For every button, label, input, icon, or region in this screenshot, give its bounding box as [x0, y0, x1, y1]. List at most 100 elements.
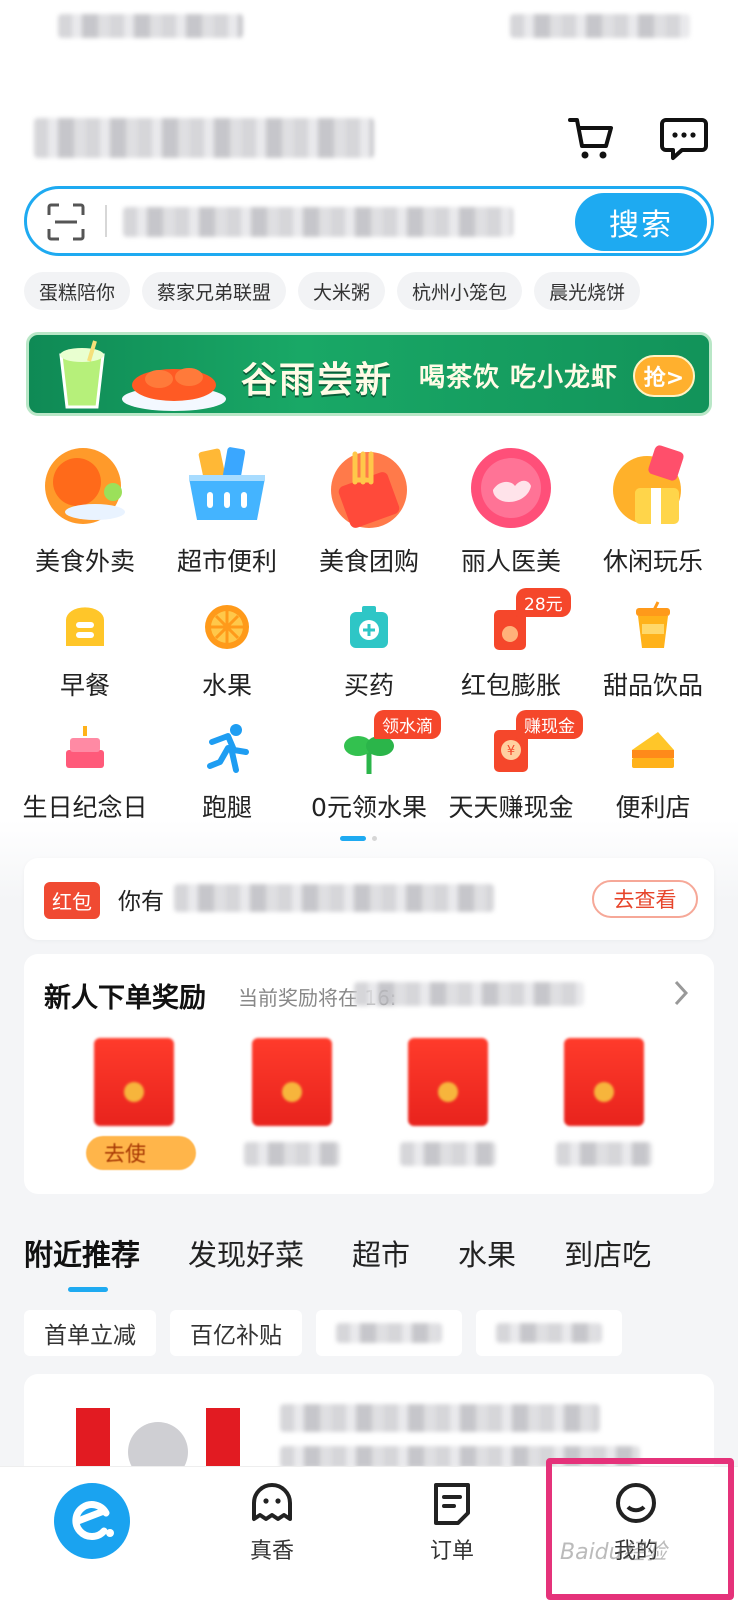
sub-category-row: 早餐 水果 买药 28元 红包膨胀 甜品饮品: [14, 588, 724, 702]
reward-item[interactable]: [244, 1038, 340, 1166]
use-reward-button[interactable]: 去使: [86, 1136, 196, 1170]
category-food-delivery[interactable]: 美食外卖: [14, 440, 156, 578]
category-leisure[interactable]: 休闲玩乐: [582, 440, 724, 578]
promo-banner[interactable]: 谷雨尝新 喝茶饮 吃小龙虾 抢>: [26, 332, 712, 416]
badge: 领水滴: [374, 710, 441, 739]
drink-cup-icon: [636, 601, 670, 648]
filter-chip[interactable]: 百亿补贴: [170, 1310, 302, 1356]
filter-chips: 首单立减 百亿补贴: [24, 1310, 622, 1356]
category-label: 红包膨胀: [460, 671, 561, 700]
nav-zhenxiang[interactable]: 真香: [202, 1477, 342, 1565]
banner-subtitle: 喝茶饮 吃小龙虾: [419, 363, 619, 393]
location-address-blurred[interactable]: [34, 118, 374, 158]
hot-tag[interactable]: 蔡家兄弟联盟: [142, 272, 287, 310]
category-label: 超市便利: [176, 547, 277, 576]
category-group-buy[interactable]: 美食团购: [298, 440, 440, 578]
badge: 28元: [516, 588, 571, 617]
status-icons-blurred: [510, 14, 690, 38]
category-free-fruit[interactable]: 领水滴 0元领水果: [298, 710, 441, 824]
hot-search-tags: 蛋糕陪你 蔡家兄弟联盟 大米粥 杭州小笼包 晨光烧饼: [24, 272, 641, 310]
category-dessert-drinks[interactable]: 甜品饮品: [582, 598, 724, 702]
badge: 赚现金: [516, 710, 583, 739]
tab-fruit[interactable]: 水果: [458, 1232, 516, 1274]
category-label: 美食团购: [318, 547, 419, 576]
category-label: 跑腿: [201, 793, 252, 822]
tab-nearby[interactable]: 附近推荐: [24, 1232, 140, 1292]
divider: [105, 205, 107, 237]
search-bar[interactable]: 搜索: [24, 186, 714, 256]
red-envelope-icon: [564, 1038, 644, 1126]
filter-chip[interactable]: 首单立减: [24, 1310, 156, 1356]
reward-caption-blurred: [400, 1142, 496, 1166]
search-input[interactable]: [123, 207, 513, 237]
category-label: 早餐: [59, 671, 110, 700]
search-button[interactable]: 搜索: [575, 193, 707, 251]
category-label: 便利店: [615, 793, 691, 822]
nav-label: 真香: [249, 1539, 294, 1564]
tab-dine-in[interactable]: 到店吃: [564, 1232, 651, 1274]
red-packet-notice[interactable]: 红包 你有 去查看: [24, 858, 714, 940]
reward-item[interactable]: [556, 1038, 652, 1166]
orange-icon: [205, 605, 249, 649]
ghost-face-icon: [252, 1483, 292, 1521]
cake-icon: [66, 726, 104, 768]
category-medicine[interactable]: 买药: [298, 598, 440, 702]
view-button[interactable]: 去查看: [592, 880, 698, 918]
store-name-blurred: [280, 1404, 600, 1432]
category-errand[interactable]: 跑腿: [156, 720, 298, 824]
category-label: 水果: [201, 671, 252, 700]
hot-tag[interactable]: 蛋糕陪你: [24, 272, 131, 310]
tab-supermarket[interactable]: 超市: [352, 1232, 410, 1274]
notice-text-blurred: [174, 884, 494, 912]
feed-tabs: 附近推荐 发现好菜 超市 水果 到店吃: [24, 1232, 738, 1292]
status-time-blurred: [58, 14, 243, 38]
reward-item[interactable]: 去使: [86, 1038, 196, 1170]
category-label: 甜品饮品: [602, 671, 703, 700]
cart-icon[interactable]: [566, 112, 618, 164]
category-red-packet-boost[interactable]: 28元 红包膨胀: [440, 588, 582, 702]
medicine-kit-icon: [350, 606, 388, 648]
category-label: 0元领水果: [311, 793, 427, 822]
category-birthday[interactable]: 生日纪念日: [14, 720, 156, 824]
category-supermarket[interactable]: 超市便利: [156, 440, 298, 578]
category-breakfast[interactable]: 早餐: [14, 598, 156, 702]
eleme-home-icon[interactable]: [54, 1483, 130, 1559]
category-beauty[interactable]: 丽人医美: [440, 440, 582, 578]
hot-tag[interactable]: 大米粥: [298, 272, 386, 310]
chevron-right-icon[interactable]: [670, 978, 692, 1008]
filter-chip-blurred[interactable]: [316, 1310, 462, 1356]
category-fruit[interactable]: 水果: [156, 598, 298, 702]
crayfish-plate-icon: [119, 353, 229, 413]
red-envelope-icon: [94, 1038, 174, 1126]
tab-discover[interactable]: 发现好菜: [188, 1232, 304, 1274]
message-icon[interactable]: [658, 112, 710, 164]
sandwich-icon: [632, 732, 674, 768]
nav-label: 订单: [429, 1539, 474, 1564]
page-indicator: [340, 836, 377, 841]
page-dot-active: [340, 836, 366, 841]
category-label: 美食外卖: [34, 547, 135, 576]
food-delivery-icon: [45, 448, 125, 524]
category-label: 生日纪念日: [22, 793, 148, 822]
filter-chip-blurred[interactable]: [476, 1310, 622, 1356]
beauty-icon: [471, 448, 551, 528]
category-label: 丽人医美: [460, 547, 561, 576]
reward-caption-blurred: [244, 1142, 340, 1166]
profile-highlight-box: [546, 1458, 734, 1600]
hot-tag[interactable]: 晨光烧饼: [534, 272, 641, 310]
hot-tag[interactable]: 杭州小笼包: [397, 272, 523, 310]
red-packet-tag: 红包: [44, 882, 100, 919]
reward-item[interactable]: [400, 1038, 496, 1166]
scan-icon[interactable]: [45, 201, 87, 243]
category-convenience-store[interactable]: 便利店: [582, 720, 724, 824]
reward-caption-blurred: [556, 1142, 652, 1166]
tea-drink-icon: [47, 337, 117, 413]
banner-grab-button[interactable]: 抢>: [633, 355, 695, 397]
card-subtitle-blurred: [354, 982, 584, 1006]
new-user-rewards-card[interactable]: 新人下单奖励 当前奖励将在 16: 去使: [24, 954, 714, 1194]
status-bar: [0, 10, 738, 46]
category-earn-cash[interactable]: 赚现金 ¥ 天天赚现金: [440, 710, 583, 824]
nav-orders[interactable]: 订单: [382, 1477, 522, 1565]
notice-text: 你有: [118, 889, 164, 915]
red-envelope-icon: [252, 1038, 332, 1126]
